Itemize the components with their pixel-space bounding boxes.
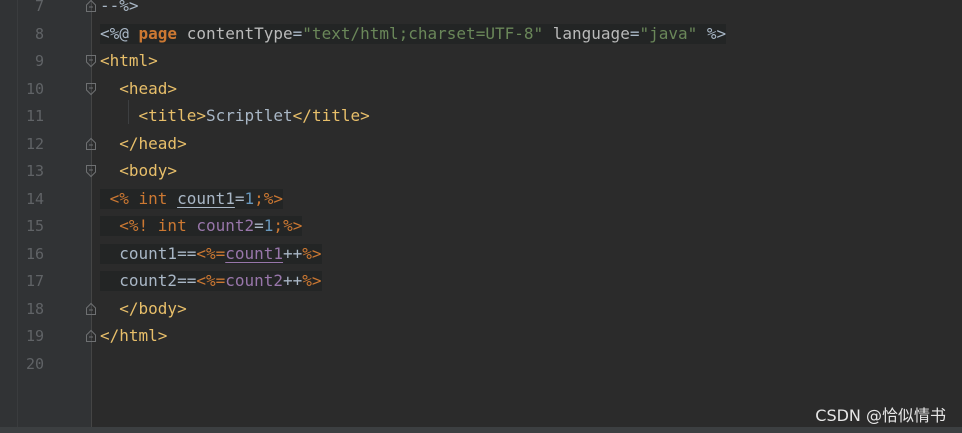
code-text[interactable]: <%! int count2=1;%> (100, 216, 303, 236)
line-number[interactable]: 11 (18, 106, 44, 126)
code-line[interactable]: 8 <%@ page contentType="text/html;charset… (0, 20, 962, 47)
code-line[interactable]: 20 (0, 350, 962, 377)
code-token: 1 (263, 216, 274, 235)
code-token: --%> (100, 0, 139, 15)
code-token: count2== (100, 271, 197, 290)
code-token: <%! (100, 216, 158, 235)
code-text[interactable]: count1==<%=count1++%> (100, 243, 322, 264)
code-token: <%@ (100, 23, 139, 43)
code-token: count2 (196, 216, 255, 235)
code-line[interactable]: 17 count2==<%=count2++%> (0, 267, 962, 294)
code-token: %> (302, 271, 322, 290)
code-line[interactable]: 15 <%! int count2=1;%> (0, 212, 962, 239)
code-token: = (234, 188, 245, 208)
code-line[interactable]: 7 --%> (0, 0, 962, 19)
code-token: int (138, 188, 168, 208)
code-token: </html> (100, 326, 168, 345)
fold-end-icon[interactable] (85, 302, 97, 316)
code-text[interactable]: </head> (100, 133, 187, 154)
line-number[interactable]: 8 (18, 24, 44, 44)
line-number[interactable]: 20 (18, 354, 44, 374)
code-token: <body> (100, 161, 178, 180)
code-token: language (543, 23, 630, 43)
fold-collapse-icon[interactable] (85, 164, 97, 178)
code-token: 1 (244, 188, 255, 208)
line-number[interactable]: 7 (18, 0, 44, 16)
code-text[interactable]: <html> (100, 51, 158, 71)
code-token: contentType (177, 23, 293, 43)
code-token: %> (263, 188, 284, 208)
code-line[interactable]: 18 </body> (0, 295, 962, 322)
code-editor[interactable]: 7 --%> 8 <%@ page contentType="text/html;ch… (0, 0, 962, 427)
code-token: page (138, 23, 178, 43)
fold-end-icon[interactable] (85, 329, 97, 343)
code-text[interactable]: </html> (100, 326, 167, 346)
line-number[interactable]: 18 (18, 299, 44, 319)
fold-end-icon[interactable] (85, 0, 97, 13)
code-token: count1 (225, 243, 284, 263)
code-line[interactable]: 12 </head> (0, 130, 962, 157)
code-text[interactable]: count2==<%=count2++%> (100, 271, 322, 291)
code-token: <%= (196, 271, 226, 290)
code-token: ; (254, 188, 264, 208)
code-line[interactable]: 10 <head> (0, 75, 962, 102)
code-token: Scriptlet (205, 106, 293, 125)
code-text[interactable]: <title>Scriptlet</title> (100, 106, 370, 126)
line-number[interactable]: 9 (18, 51, 44, 71)
code-text[interactable]: <% int count1=1;%> (100, 188, 284, 209)
code-text[interactable]: <body> (100, 161, 177, 181)
code-token: count1== (100, 243, 197, 263)
code-token: %> (697, 23, 727, 43)
watermark: CSDN @恰似情书 (815, 406, 946, 425)
line-number[interactable]: 13 (18, 161, 44, 181)
code-token: </body> (100, 298, 187, 318)
code-token: <%= (196, 243, 226, 263)
line-number[interactable]: 12 (18, 134, 44, 154)
code-line[interactable]: 16 count1==<%=count1++%> (0, 240, 962, 267)
code-token: "java" (639, 23, 698, 43)
code-token: </head> (100, 133, 187, 153)
fold-end-icon[interactable] (85, 137, 97, 151)
code-token: ++ (283, 243, 303, 263)
code-line[interactable]: 14 <% int count1=1;%> (0, 185, 962, 212)
code-token: <head> (100, 78, 178, 98)
line-number[interactable]: 16 (18, 244, 44, 264)
code-token: "text/html;charset=UTF-8" (302, 23, 544, 43)
code-text[interactable]: --%> (100, 0, 139, 16)
code-token: ; (273, 216, 284, 235)
code-token: count2 (225, 271, 284, 290)
code-token: %> (302, 243, 322, 263)
line-number[interactable]: 15 (18, 216, 44, 236)
code-line[interactable]: 9 <html> (0, 47, 962, 74)
indent-guide (128, 100, 129, 124)
code-token: <title> (100, 106, 206, 125)
code-line[interactable]: 13 <body> (0, 157, 962, 184)
code-token: int (157, 216, 187, 235)
code-line[interactable]: 19 </html> (0, 322, 962, 349)
code-text[interactable]: <head> (100, 79, 177, 99)
line-number[interactable]: 10 (18, 79, 44, 99)
code-token: count1 (177, 188, 235, 208)
code-text[interactable]: <%@ page contentType="text/html;charset=… (100, 23, 727, 44)
line-number[interactable]: 14 (18, 189, 44, 209)
horizontal-scrollbar-track[interactable] (0, 427, 962, 433)
fold-collapse-icon[interactable] (85, 82, 97, 96)
code-token: <html> (100, 51, 158, 70)
code-text[interactable]: </body> (100, 298, 187, 319)
fold-collapse-icon[interactable] (85, 54, 97, 68)
code-token: </title> (292, 106, 370, 125)
code-line[interactable]: 11 <title>Scriptlet</title> (0, 102, 962, 129)
line-number[interactable]: 17 (18, 271, 44, 291)
line-number[interactable]: 19 (18, 326, 44, 346)
code-token: <% (100, 188, 139, 208)
code-token: ++ (283, 271, 303, 290)
code-token: = (292, 23, 303, 43)
code-token: = (254, 216, 264, 235)
code-token: %> (283, 216, 303, 235)
